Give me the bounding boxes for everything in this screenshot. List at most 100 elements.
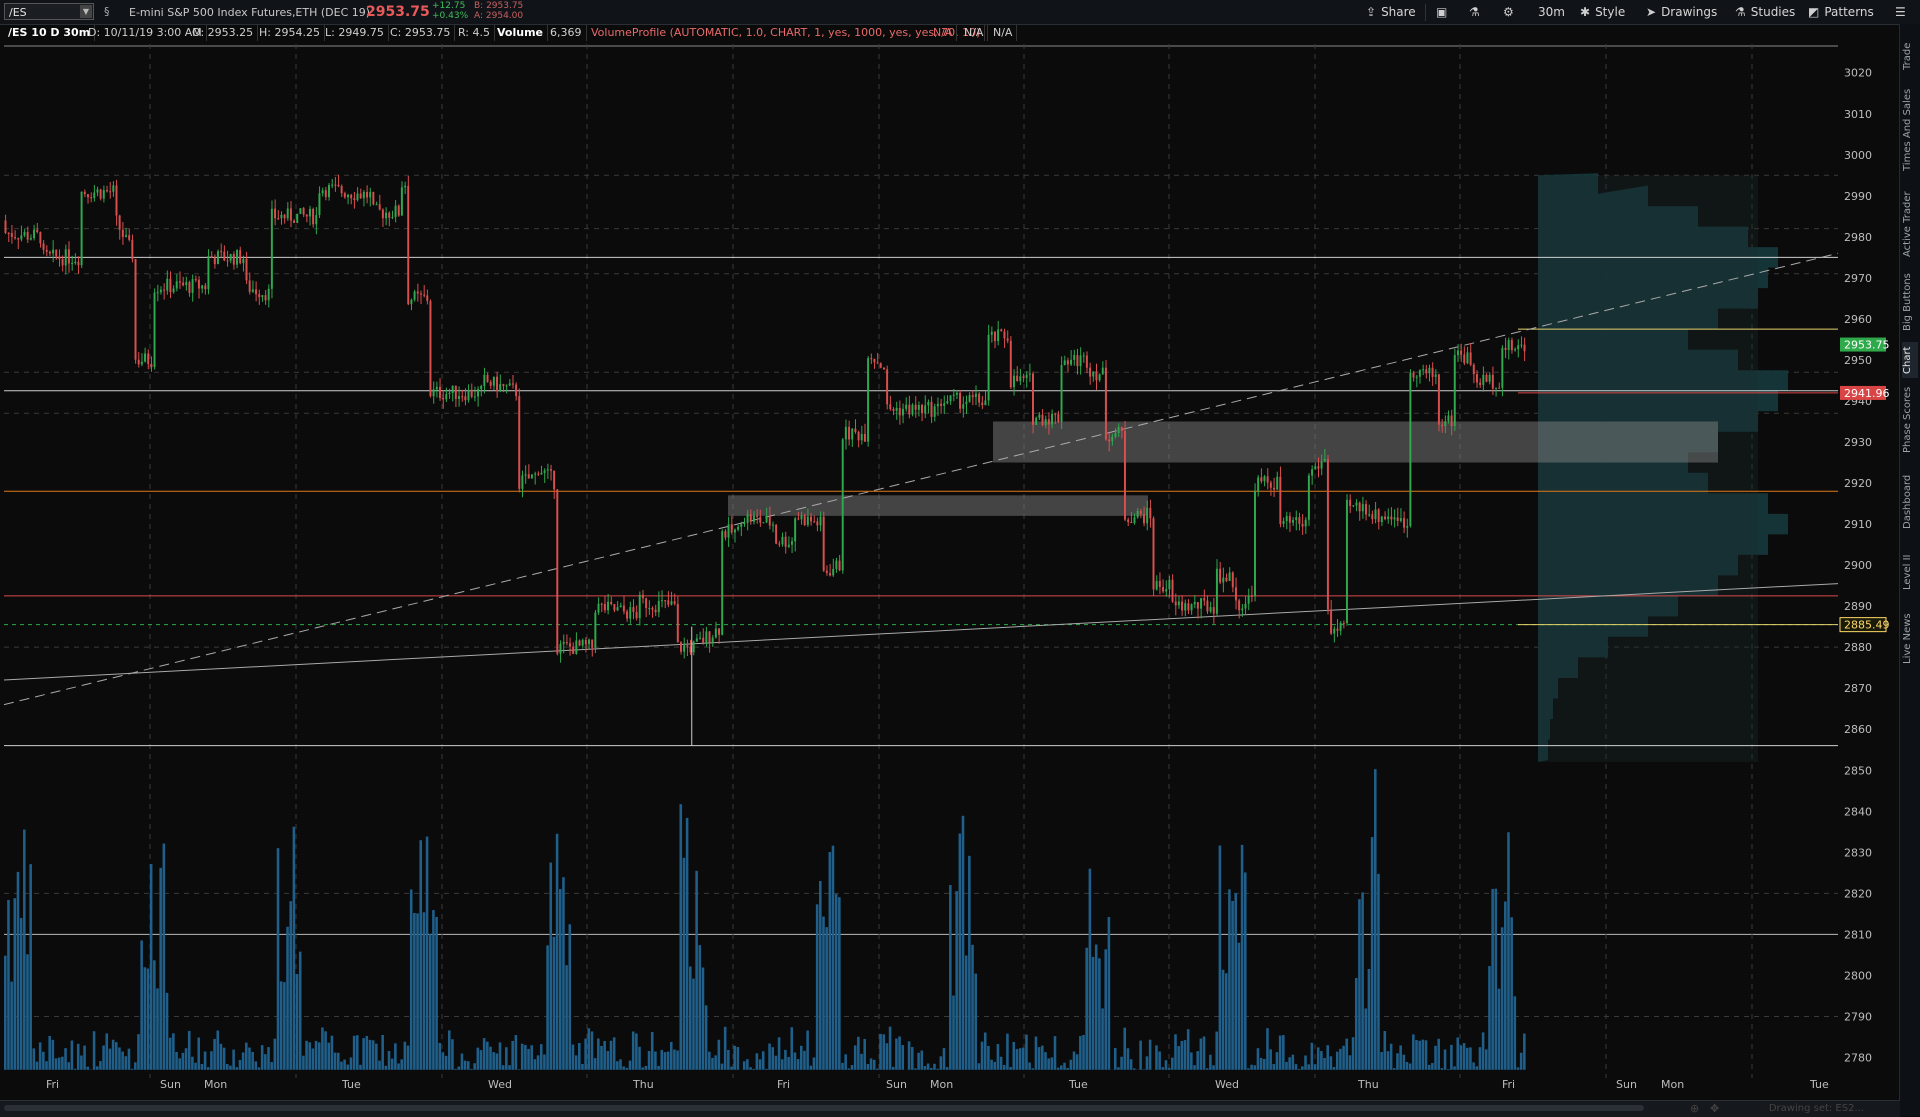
volume-bar — [1079, 1036, 1082, 1070]
volume-bar — [1431, 1063, 1434, 1070]
sidebar-tab-dashboard[interactable]: Dashboard — [1902, 464, 1918, 540]
volume-bar — [346, 1065, 349, 1070]
chart-period[interactable]: /ES 10 D 30m — [4, 25, 95, 41]
sidebar-tab-times-and-sales[interactable]: Times And Sales — [1902, 82, 1918, 178]
share-button[interactable]: ⇪Share — [1366, 4, 1416, 21]
patterns-button[interactable]: ◩Patterns — [1808, 4, 1874, 21]
volume-bar — [838, 897, 841, 1070]
volume-bar — [664, 1052, 667, 1070]
volume-profile-study[interactable]: VolumeProfile (AUTOMATIC, 1.0, CHART, 1,… — [587, 25, 985, 41]
candle-body — [1451, 416, 1453, 426]
volume-bar — [1523, 1034, 1526, 1070]
timeframe-button[interactable]: 30m — [1538, 4, 1565, 21]
candle-body — [147, 353, 149, 364]
candle-body — [280, 215, 282, 218]
price-tick-label: 2950 — [1844, 354, 1872, 367]
pan-icon[interactable]: ✥ — [1710, 1102, 1719, 1115]
settings-button[interactable]: ⚙ — [1503, 4, 1519, 21]
sidebar-tab-level-ii[interactable]: Level II — [1902, 547, 1918, 597]
candle-body — [842, 439, 844, 570]
sidebar-tab-active-trader[interactable]: Active Trader — [1902, 184, 1918, 264]
candle-body — [588, 640, 590, 645]
volume-bar — [943, 1048, 946, 1070]
volume-bar — [191, 1057, 194, 1070]
candle-body — [670, 601, 672, 604]
volume-bar — [239, 1060, 242, 1070]
symbol-dropdown-icon[interactable]: ▼ — [80, 5, 92, 18]
candle-body — [502, 384, 504, 386]
style-button[interactable]: ✱Style — [1580, 4, 1625, 21]
volume-bar — [1260, 1058, 1263, 1070]
candle-body — [24, 232, 26, 235]
volume-bar — [1330, 1056, 1333, 1069]
candle-body — [810, 517, 812, 522]
zoom-icon[interactable]: ⊕ — [1690, 1102, 1699, 1115]
volume-bar — [626, 1068, 629, 1070]
volume-bar — [1203, 1036, 1206, 1069]
sidebar-tab-phase-scores[interactable]: Phase Scores — [1902, 384, 1918, 456]
candle-body — [1292, 520, 1294, 523]
style-icon: ✱ — [1580, 5, 1590, 19]
candle-body — [858, 432, 860, 440]
candle-body — [623, 606, 625, 612]
volume-bar — [1196, 1051, 1199, 1070]
drawings-button[interactable]: ➤Drawings — [1646, 4, 1717, 21]
candle-body — [122, 230, 124, 237]
candle-body — [651, 608, 653, 610]
volume-label[interactable]: Volume — [493, 25, 548, 41]
flask-button[interactable]: ⚗ — [1469, 4, 1485, 21]
candle-body — [908, 405, 910, 415]
volume-bar — [591, 1031, 594, 1069]
candle-body — [579, 640, 581, 645]
volume-bar — [128, 1049, 131, 1070]
volume-bar — [385, 1066, 388, 1070]
candle-body — [223, 252, 225, 261]
volume-bar — [527, 1049, 530, 1070]
volume-bar — [521, 1044, 524, 1070]
candle-body — [173, 289, 175, 293]
candle-body — [185, 282, 187, 285]
volume-bar — [194, 1063, 197, 1070]
toolbar-separator — [1425, 4, 1426, 21]
menu-button[interactable]: ☰ — [1895, 4, 1911, 21]
volume-bar — [673, 1050, 676, 1070]
horizontal-scrollbar[interactable] — [4, 1105, 1644, 1111]
candle-body — [366, 192, 368, 197]
candle-body — [293, 221, 295, 223]
sidebar-tab-trade[interactable]: Trade — [1902, 32, 1918, 80]
candle-body — [480, 386, 482, 389]
sidebar-tab-chart[interactable]: Chart — [1902, 342, 1918, 378]
candle-body — [1010, 341, 1012, 387]
candle-body — [886, 369, 888, 404]
price-chart[interactable]: 3020301030002990298029702960295029402930… — [0, 44, 1900, 1100]
candle-body — [877, 362, 879, 363]
candle-body — [1447, 416, 1449, 422]
candle-body — [1016, 376, 1018, 381]
sidebar-tab-live-news[interactable]: Live News — [1902, 604, 1918, 674]
volume-bar — [4, 956, 7, 1070]
volume-bar — [790, 1027, 793, 1070]
volume-bar — [492, 1052, 495, 1070]
volume-bar — [74, 1069, 77, 1070]
volume-bar — [813, 1057, 816, 1069]
volume-bar — [651, 1032, 654, 1070]
volume-bar — [1390, 1044, 1393, 1070]
studies-button[interactable]: ⚗Studies — [1735, 4, 1795, 21]
link-icon[interactable]: § — [104, 5, 110, 18]
candle-body — [369, 192, 371, 198]
symbol-input[interactable]: /ES ▼ — [4, 3, 94, 20]
sidebar-tab-big-buttons[interactable]: Big Buttons — [1902, 270, 1918, 334]
volume-bar — [1200, 1039, 1203, 1070]
volume-bar — [1070, 1060, 1073, 1070]
timeframe-label: 30m — [1538, 5, 1565, 19]
candle-body — [1019, 376, 1021, 381]
volume-bar — [1450, 1045, 1453, 1070]
volume-bar — [121, 1052, 124, 1070]
volume-bar — [1415, 1040, 1418, 1070]
candle-body — [442, 398, 444, 399]
volume-bar — [502, 1065, 505, 1070]
candle-body — [594, 613, 596, 648]
volume-bar — [359, 1065, 362, 1070]
candle-body — [889, 404, 891, 409]
snapshot-button[interactable]: ▣ — [1436, 4, 1452, 21]
